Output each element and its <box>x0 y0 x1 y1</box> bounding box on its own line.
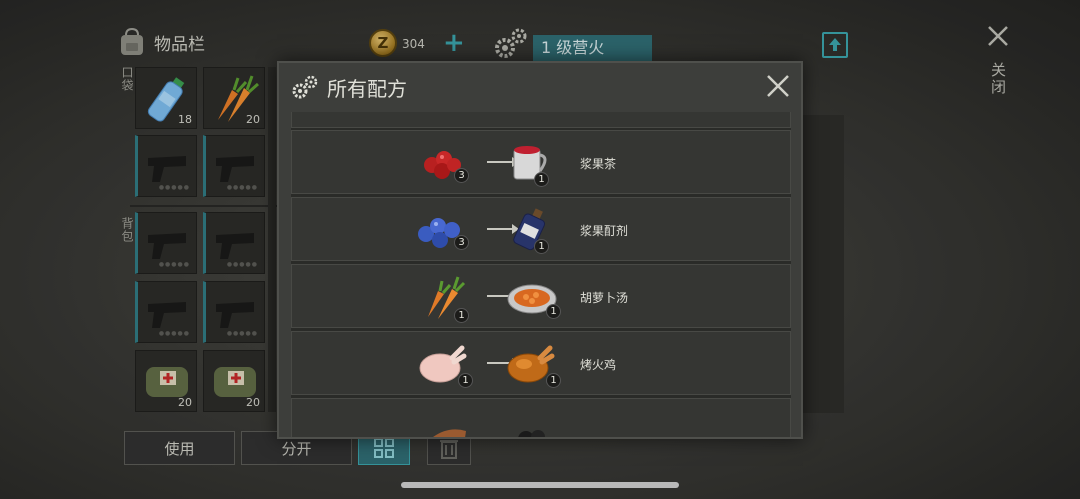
recipe-row[interactable]: 1 1 胡萝卜汤 <box>291 264 791 328</box>
recipe-row[interactable]: 3 1 浆果茶 <box>291 130 791 194</box>
output-quantity-badge: 1 <box>546 373 561 388</box>
recipe-row[interactable]: 1 1 烤火鸡 <box>291 331 791 395</box>
close-icon[interactable] <box>765 73 791 99</box>
gears-icon <box>292 75 318 99</box>
partial-ingredient-icon <box>433 429 466 437</box>
output-quantity-badge: 1 <box>534 172 549 187</box>
modal-title: 所有配方 <box>327 76 407 101</box>
recipe-name: 烤火鸡 <box>580 358 617 372</box>
recipe-list[interactable]: 3 1 浆果茶 3 1 浆果酊剂 1 1 胡萝卜汤 1 1 烤火鸡 <box>291 112 791 437</box>
partial-output-icon <box>518 430 545 437</box>
output-quantity-badge: 1 <box>546 304 561 319</box>
recipes-modal: 所有配方 3 1 浆果茶 3 1 浆果酊剂 1 1 胡萝卜汤 1 1 烤火鸡 <box>277 61 803 439</box>
input-quantity-badge: 1 <box>458 373 473 388</box>
input-quantity-badge: 3 <box>454 168 469 183</box>
recipe-row-partial[interactable] <box>291 112 791 128</box>
recipe-name: 浆果酊剂 <box>580 224 629 238</box>
input-quantity-badge: 3 <box>454 235 469 250</box>
recipe-name: 浆果茶 <box>580 157 617 171</box>
recipe-row[interactable]: 3 1 浆果酊剂 <box>291 197 791 261</box>
recipe-row-partial[interactable] <box>291 398 791 437</box>
modal-header: 所有配方 <box>279 63 801 111</box>
output-quantity-badge: 1 <box>534 239 549 254</box>
input-quantity-badge: 1 <box>454 308 469 323</box>
recipe-name: 胡萝卜汤 <box>580 291 629 305</box>
